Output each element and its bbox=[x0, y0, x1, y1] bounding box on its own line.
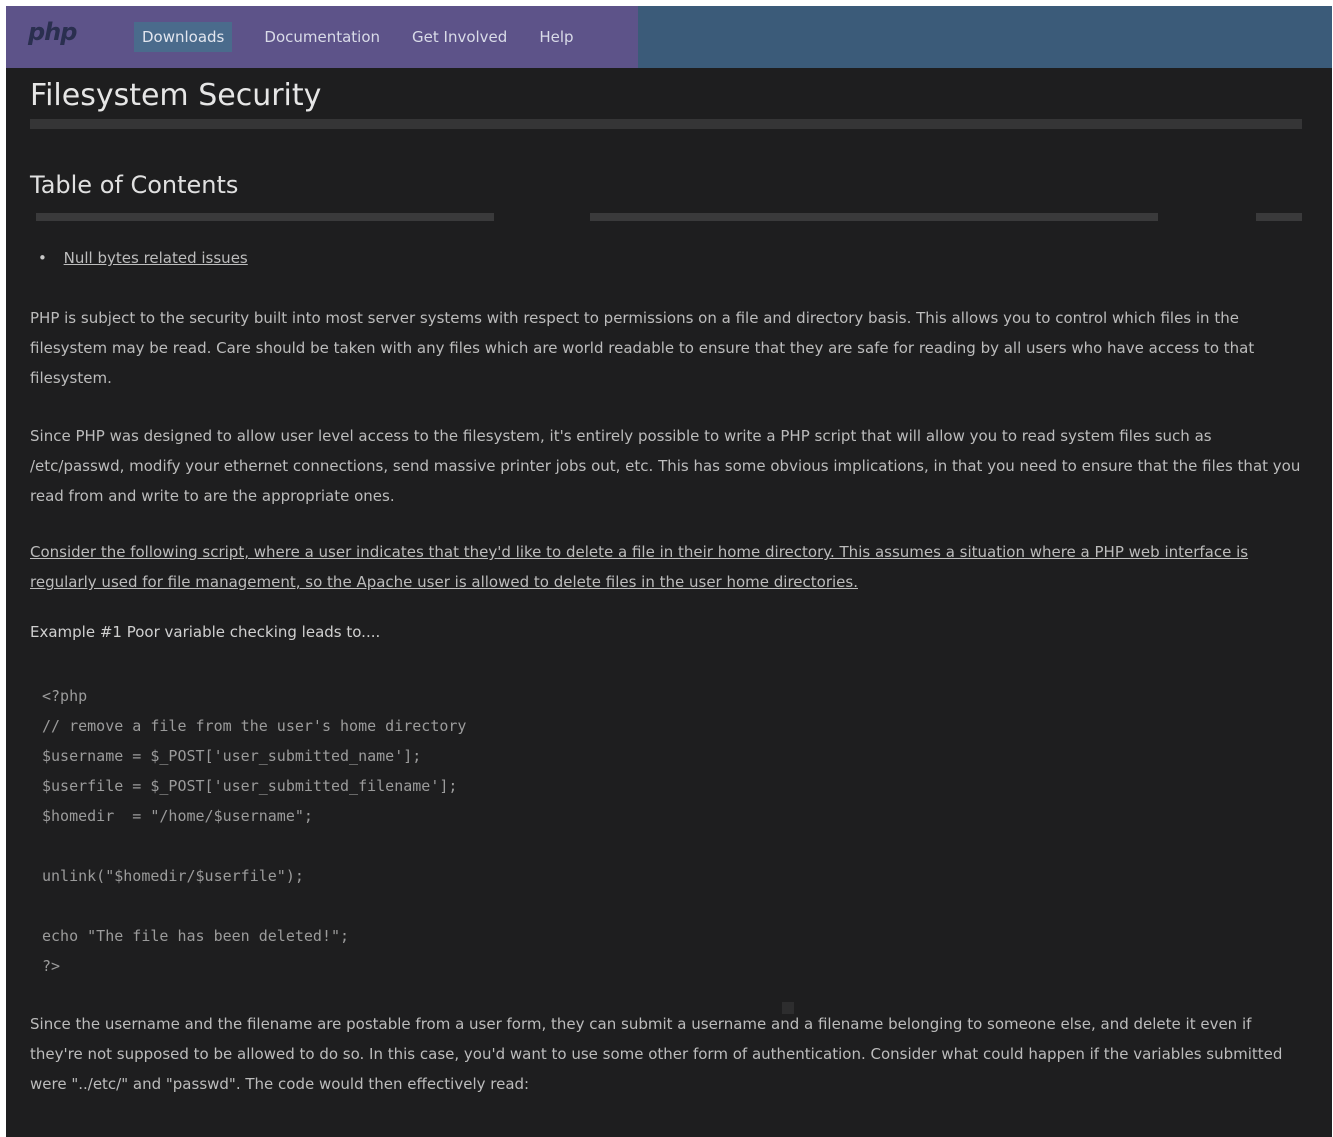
toc-divider bbox=[30, 213, 1302, 221]
code-line: $homedir = "/home/$username"; bbox=[42, 807, 313, 825]
example-title: Example #1 Poor variable checking leads … bbox=[30, 623, 381, 641]
toc-link-null-bytes[interactable]: Null bytes related issues bbox=[64, 249, 248, 267]
nav-items: Downloads Documentation Get Involved Hel… bbox=[134, 6, 606, 68]
navbar-brand-section: php Downloads Documentation Get Involved… bbox=[6, 6, 638, 68]
main-content: Filesystem Security Table of Contents Nu… bbox=[30, 74, 1304, 1099]
closing-paragraph: Since the username and the filename are … bbox=[30, 1015, 1283, 1093]
example-intro-paragraph: Consider the following script, where a u… bbox=[30, 537, 1302, 597]
toc-list: Null bytes related issues bbox=[30, 249, 1304, 267]
nav-item-downloads[interactable]: Downloads bbox=[134, 22, 233, 52]
nav-item-documentation[interactable]: Documentation bbox=[264, 28, 380, 46]
code-line: unlink("$homedir/$userfile"); bbox=[42, 867, 304, 885]
title-divider bbox=[30, 119, 1302, 129]
php-logo[interactable]: php bbox=[28, 18, 77, 46]
scroll-marker bbox=[782, 1002, 794, 1014]
code-line: $userfile = $_POST['user_submitted_filen… bbox=[42, 777, 458, 795]
user-access-paragraph: Since PHP was designed to allow user lev… bbox=[30, 427, 1301, 505]
nav-item-get-involved[interactable]: Get Involved bbox=[412, 28, 507, 46]
intro-paragraph: PHP is subject to the security built int… bbox=[30, 309, 1255, 387]
code-line: ?> bbox=[42, 957, 61, 975]
example-intro-link[interactable]: Consider the following script, where a u… bbox=[30, 543, 1248, 591]
code-line: <?php bbox=[42, 687, 88, 705]
code-line: // remove a file from the user's home di… bbox=[42, 717, 467, 735]
page-frame: php Downloads Documentation Get Involved… bbox=[6, 6, 1332, 1137]
top-navbar: php Downloads Documentation Get Involved… bbox=[6, 6, 1332, 68]
toc-item: Null bytes related issues bbox=[38, 249, 1304, 267]
nav-item-help[interactable]: Help bbox=[539, 28, 573, 46]
code-example: <?php // remove a file from the user's ho… bbox=[30, 681, 1304, 981]
code-line: echo "The file has been deleted!"; bbox=[42, 927, 350, 945]
toc-heading: Table of Contents bbox=[30, 171, 239, 199]
code-line: $username = $_POST['user_submitted_name'… bbox=[42, 747, 422, 765]
page-title: Filesystem Security bbox=[30, 78, 322, 113]
